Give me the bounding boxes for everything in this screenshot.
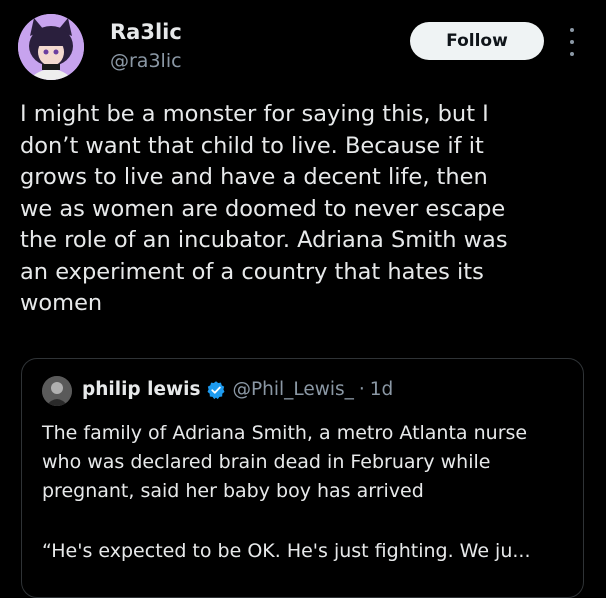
quoted-tweet-time[interactable]: 1d [370,379,394,400]
author-handle[interactable]: @ra3lic [110,50,182,72]
quoted-tweet-card[interactable]: philip lewis @Phil_Lewis_ · 1d The famil… [21,358,584,598]
quoted-author-handle[interactable]: @Phil_Lewis_ [232,379,353,400]
author-display-name[interactable]: Ra3lic [110,20,182,44]
quoted-author-name[interactable]: philip lewis [82,379,200,400]
quoted-tweet-snippet: “He's expected to be OK. He's just fight… [42,540,531,562]
tweet-text: I might be a monster for saying this, bu… [20,101,508,316]
verified-badge-icon [207,380,225,399]
more-dot [570,28,574,32]
more-dot [570,52,574,56]
meta-separator: · [358,379,365,400]
anime-cat-girl-avatar-icon [18,14,84,80]
quoted-tweet-text: The family of Adriana Smith, a metro Atl… [42,422,528,502]
portrait-avatar-icon [42,376,72,406]
more-options-icon[interactable] [562,28,582,56]
more-dot [570,40,574,44]
follow-button[interactable]: Follow [410,22,544,60]
author-avatar[interactable] [18,14,84,80]
quoted-tweet-header: philip lewis @Phil_Lewis_ · 1d [82,379,393,400]
quoted-author-avatar[interactable] [42,376,72,406]
